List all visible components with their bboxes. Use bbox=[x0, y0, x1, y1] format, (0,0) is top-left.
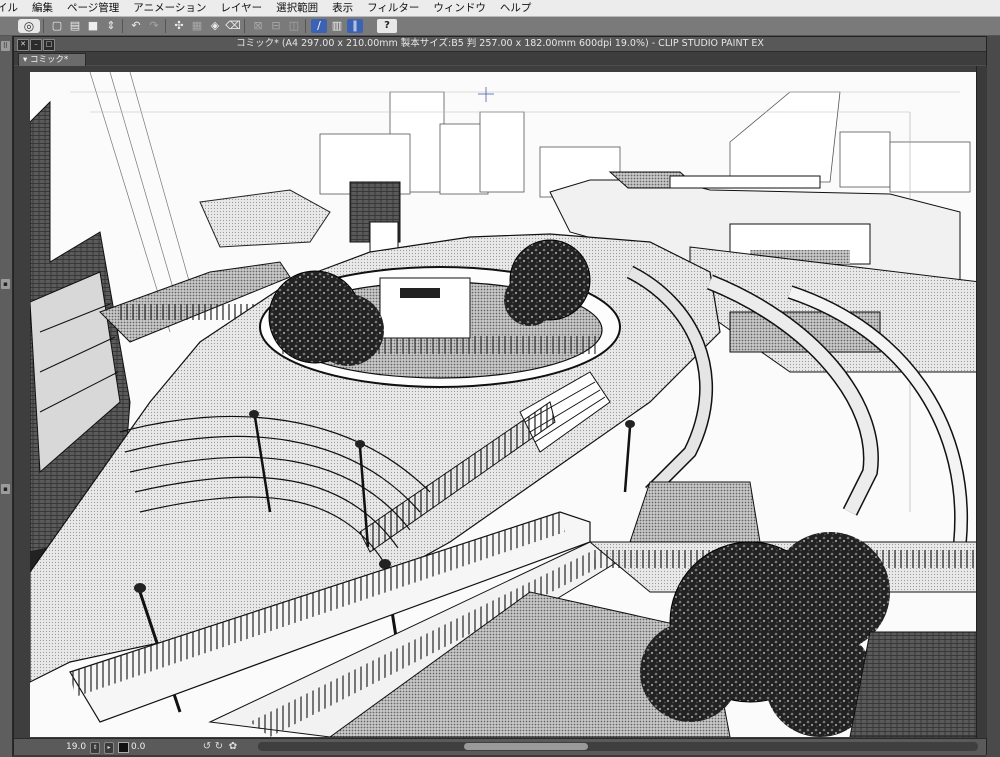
deselect-icon[interactable]: ⊟ bbox=[268, 19, 284, 33]
navigator-status-bar: 19.0 ⇕ ▸ 0.0 ↺ ↻ ✿ bbox=[14, 738, 986, 755]
left-palette-edge[interactable]: ⠿ ▪ ▪ bbox=[0, 36, 13, 757]
select-all-icon[interactable]: ▦ bbox=[189, 19, 205, 33]
menu-help[interactable]: ヘルプ bbox=[493, 0, 539, 16]
reset-rotation-icon[interactable]: ✿ bbox=[228, 741, 238, 752]
horizontal-scrollbar[interactable] bbox=[258, 742, 978, 751]
toolbar-separator bbox=[165, 19, 166, 33]
toolbar-separator bbox=[244, 19, 245, 33]
document-tab-strip: ▾ コミック* bbox=[14, 52, 986, 66]
open-file-icon[interactable]: ▤ bbox=[67, 19, 83, 33]
snap-special-icon[interactable]: ∥ bbox=[347, 19, 363, 33]
zoom-stepper-icon[interactable]: ⇕ bbox=[90, 742, 100, 754]
tab-comic[interactable]: ▾ コミック* bbox=[18, 53, 86, 66]
snap-ruler-icon[interactable]: ∕ bbox=[311, 19, 327, 33]
vertical-scrollbar[interactable] bbox=[976, 66, 987, 738]
palette-handle-icon[interactable]: ▪ bbox=[1, 484, 10, 494]
menu-view[interactable]: 表示 bbox=[325, 0, 360, 16]
menu-selection[interactable]: 選択範囲 bbox=[269, 0, 325, 16]
command-bar: ◎ ▢ ▤ ■ ⇕ ↶ ↷ ✣ ▦ ◈ ⌫ ⊠ ⊟ ◫ ∕ ▥ ∥ ? bbox=[0, 17, 1000, 36]
toolbar-separator bbox=[305, 19, 306, 33]
clip-studio-logo-icon[interactable]: ◎ bbox=[18, 19, 40, 33]
toolbar-separator bbox=[43, 19, 44, 33]
save-icon[interactable]: ■ bbox=[85, 19, 101, 33]
menu-animation[interactable]: アニメーション bbox=[126, 0, 213, 16]
menu-bar: イル 編集 ページ管理 アニメーション レイヤー 選択範囲 表示 フィルター ウ… bbox=[0, 0, 1000, 17]
menu-page[interactable]: ページ管理 bbox=[60, 0, 126, 16]
document-title: コミック* (A4 297.00 x 210.00mm 製本サイズ:B5 判 2… bbox=[236, 38, 764, 49]
rotation-angle[interactable]: 0.0 bbox=[131, 741, 145, 753]
canvas-area[interactable] bbox=[14, 66, 986, 738]
redo-icon[interactable]: ↷ bbox=[146, 19, 162, 33]
fill-icon[interactable]: ◈ bbox=[207, 19, 223, 33]
menu-edit[interactable]: 編集 bbox=[25, 0, 60, 16]
clear-icon[interactable]: ⌫ bbox=[225, 19, 241, 33]
zoom-fit-icon[interactable]: ▸ bbox=[104, 742, 114, 754]
menu-layer[interactable]: レイヤー bbox=[213, 0, 269, 16]
palette-handle-icon[interactable]: ▪ bbox=[1, 279, 10, 289]
rotate-right-icon[interactable]: ↻ bbox=[214, 741, 224, 752]
snap-grid-icon[interactable]: ▥ bbox=[329, 19, 345, 33]
rotate-left-icon[interactable]: ↺ bbox=[202, 741, 212, 752]
menu-filter[interactable]: フィルター bbox=[360, 0, 426, 16]
horizontal-scroll-thumb[interactable] bbox=[464, 743, 588, 750]
undo-icon[interactable]: ↶ bbox=[128, 19, 144, 33]
menu-window[interactable]: ウィンドウ bbox=[426, 0, 493, 16]
invert-selection-icon[interactable]: ◫ bbox=[286, 19, 302, 33]
menu-file[interactable]: イル bbox=[0, 0, 25, 16]
canvas-paper[interactable] bbox=[30, 72, 978, 737]
tab-comic-label: コミック* bbox=[29, 55, 69, 65]
transform-icon[interactable]: ✣ bbox=[171, 19, 187, 33]
right-palette-edge[interactable] bbox=[986, 36, 1000, 757]
document-title-bar[interactable]: ✕ – □ コミック* (A4 297.00 x 210.00mm 製本サイズ:… bbox=[14, 37, 986, 52]
help-button[interactable]: ? bbox=[377, 19, 397, 33]
document-window: ✕ – □ コミック* (A4 297.00 x 210.00mm 製本サイズ:… bbox=[13, 36, 987, 755]
new-file-icon[interactable]: ▢ bbox=[49, 19, 65, 33]
palette-grip-icon[interactable]: ⠿ bbox=[1, 41, 10, 51]
zoom-level[interactable]: 19.0 bbox=[66, 741, 86, 753]
artwork-illustration bbox=[30, 72, 978, 737]
save-options-icon[interactable]: ⇕ bbox=[103, 19, 119, 33]
crop-icon[interactable]: ⊠ bbox=[250, 19, 266, 33]
toolbar-separator bbox=[122, 19, 123, 33]
canvas-color-swatch[interactable] bbox=[118, 742, 129, 753]
